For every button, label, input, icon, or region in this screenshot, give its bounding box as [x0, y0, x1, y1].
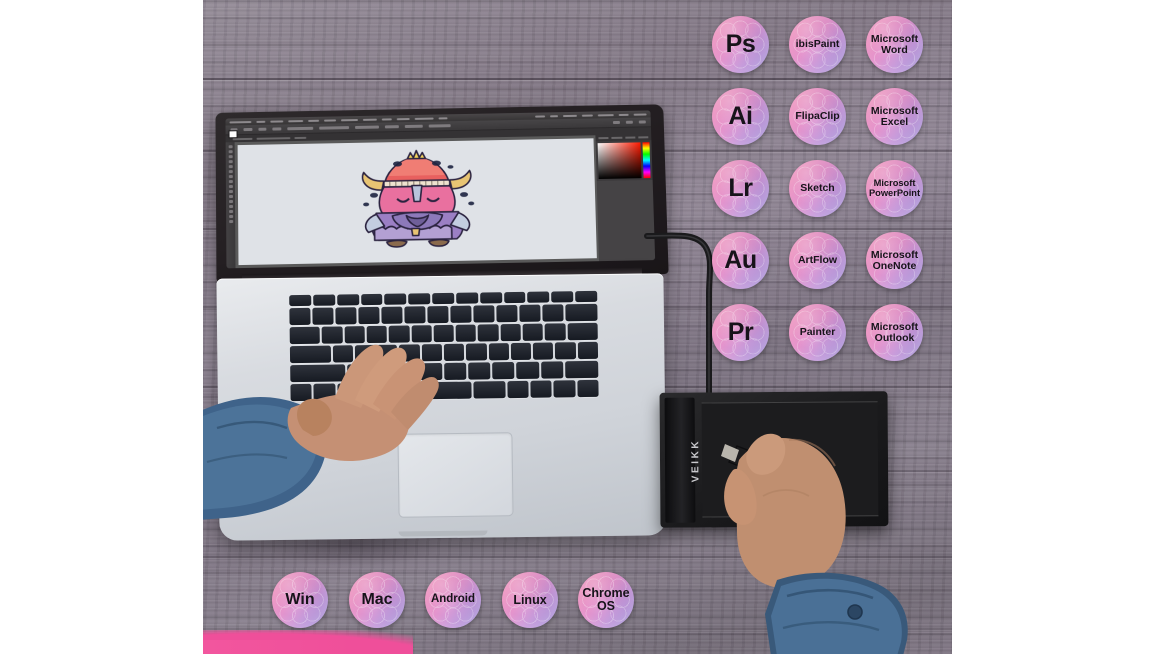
badge-app-artflow[interactable]: ArtFlow: [789, 232, 846, 289]
badge-label: Win: [282, 592, 317, 608]
badge-label: Painter: [797, 327, 839, 338]
foreground-color-swatch[interactable]: [229, 130, 238, 138]
badge-label: Au: [721, 248, 760, 274]
badge-label: Microsoft Outlook: [868, 322, 921, 343]
badge-label: Microsoft Excel: [868, 106, 921, 127]
badge-app-sketch[interactable]: Sketch: [789, 160, 846, 217]
badge-label: ArtFlow: [795, 255, 840, 266]
badge-app-outlook[interactable]: Microsoft Outlook: [866, 304, 923, 361]
photo-scene: VEIKK Ps ibisPaint Microsoft Word Ai Fli…: [203, 0, 952, 654]
badge-label: FlipaClip: [792, 111, 842, 122]
color-picker-panel[interactable]: [598, 142, 651, 179]
badge-app-flipaclip[interactable]: FlipaClip: [789, 88, 846, 145]
badge-label: Microsoft Word: [868, 34, 921, 55]
photoshop-window: [225, 110, 655, 268]
badge-label: Ai: [725, 104, 755, 130]
badge-label: Mac: [358, 592, 395, 608]
artboard: [238, 138, 597, 265]
wood-plank-seam: [203, 78, 952, 80]
badge-app-lr[interactable]: Lr: [712, 160, 769, 217]
photoshop-panels[interactable]: [595, 134, 655, 261]
tablet-side-strip: VEIKK: [665, 398, 696, 523]
badge-app-pr[interactable]: Pr: [712, 304, 769, 361]
badge-label: Chrome OS: [579, 587, 632, 613]
product-photo-canvas: VEIKK Ps ibisPaint Microsoft Word Ai Fli…: [0, 0, 1155, 654]
badge-os-android[interactable]: Android: [425, 572, 481, 628]
badge-app-word[interactable]: Microsoft Word: [866, 16, 923, 73]
badge-label: Pr: [725, 320, 757, 346]
badge-app-ps[interactable]: Ps: [712, 16, 769, 73]
badge-app-powerpoint[interactable]: Microsoft PowerPoint: [866, 160, 923, 217]
badge-label: Linux: [510, 594, 549, 607]
badge-os-win[interactable]: Win: [272, 572, 328, 628]
badge-app-ai[interactable]: Ai: [712, 88, 769, 145]
laptop-lid: [215, 104, 668, 282]
badge-label: ibisPaint: [793, 39, 843, 50]
photoshop-canvas[interactable]: [235, 135, 599, 268]
badge-app-painter[interactable]: Painter: [789, 304, 846, 361]
layers-panel[interactable]: [597, 180, 655, 261]
denim-cuff-button: [848, 605, 862, 619]
photoshop-body: [226, 134, 656, 268]
badge-label: Microsoft OneNote: [868, 250, 921, 271]
badge-label: Lr: [725, 176, 755, 202]
pink-accent-edge: [203, 640, 353, 654]
badge-label: Sketch: [797, 183, 837, 194]
badge-os-linux[interactable]: Linux: [502, 572, 558, 628]
saturation-value-field[interactable]: [598, 142, 642, 179]
badge-label: Microsoft PowerPoint: [866, 179, 923, 198]
right-hand-holding-stylus: [703, 400, 952, 654]
badge-os-mac[interactable]: Mac: [349, 572, 405, 628]
panel-tabs[interactable]: [595, 134, 651, 141]
badge-app-onenote[interactable]: Microsoft OneNote: [866, 232, 923, 289]
monster-artwork: [347, 148, 487, 255]
badge-app-ibispaint[interactable]: ibisPaint: [789, 16, 846, 73]
hue-slider[interactable]: [642, 142, 650, 178]
badge-app-excel[interactable]: Microsoft Excel: [866, 88, 923, 145]
badge-os-chromeos[interactable]: Chrome OS: [578, 572, 634, 628]
badge-label: Ps: [723, 32, 759, 58]
left-hand-on-trackpad: [203, 300, 463, 560]
badge-app-au[interactable]: Au: [712, 232, 769, 289]
laptop-screen: [225, 110, 655, 268]
tablet-brand-label: VEIKK: [690, 438, 701, 482]
badge-label: Android: [428, 594, 478, 606]
